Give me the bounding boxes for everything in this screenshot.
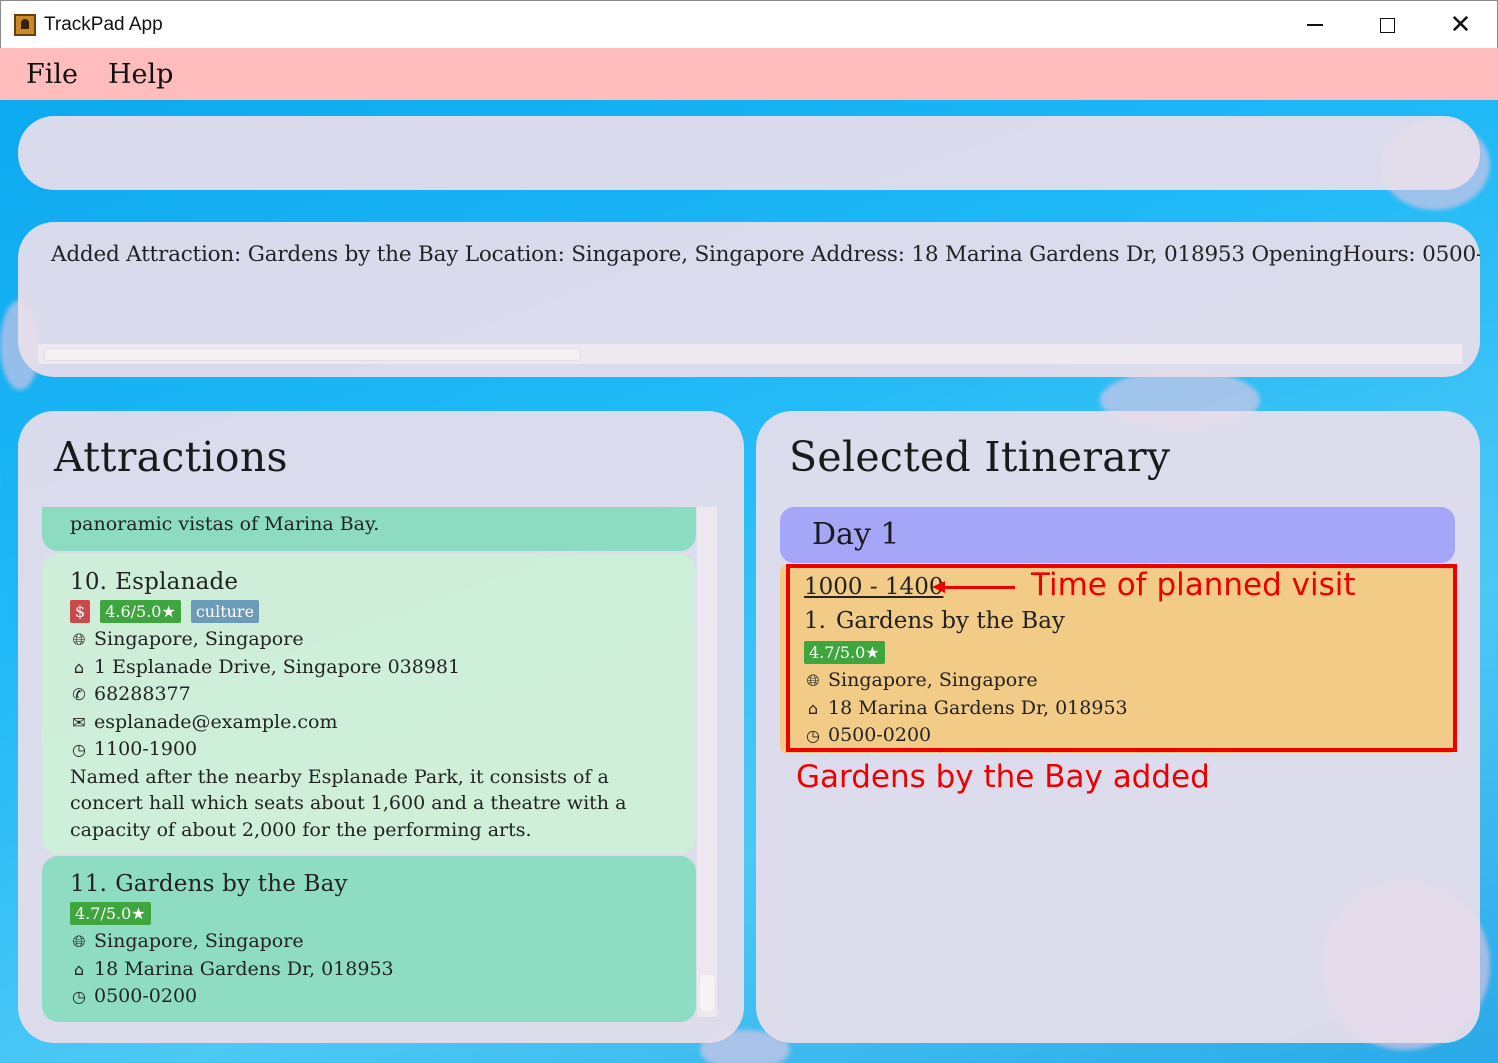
address-text: 1 Esplanade Drive, Singapore 038981 <box>94 655 461 678</box>
minimize-button[interactable] <box>1278 1 1351 49</box>
close-button[interactable]: ✕ <box>1424 1 1497 49</box>
attraction-description: panoramic vistas of Marina Bay. <box>70 513 380 535</box>
maximize-icon <box>1380 17 1395 33</box>
attraction-description: Named after the nearby Esplanade Park, i… <box>70 765 627 841</box>
attraction-name-text: Esplanade <box>115 569 239 595</box>
maximize-button[interactable] <box>1351 1 1424 49</box>
minimize-icon <box>1306 24 1323 26</box>
attraction-index: 10. <box>70 569 108 595</box>
menu-bar: File Help <box>0 48 1498 100</box>
globe-icon: 🌐︎ <box>72 630 86 649</box>
attraction-tags: 4.7/5.0★ <box>70 900 668 926</box>
attraction-address: ⌂ 1 Esplanade Drive, Singapore 038981 <box>70 654 668 682</box>
email-text: esplanade@example.com <box>94 710 338 733</box>
app-icon <box>14 13 36 36</box>
attraction-email: ✉ esplanade@example.com <box>70 709 668 737</box>
attraction-location: 🌐︎ Singapore, Singapore <box>70 928 668 956</box>
phone-text: 68288377 <box>94 683 191 705</box>
attractions-scrollbar-thumb[interactable] <box>700 975 714 1011</box>
attractions-panel: Attractions panoramic vistas of Marina B… <box>18 411 744 1043</box>
category-tag: culture <box>190 599 260 623</box>
phone-icon: ✆ <box>72 685 86 704</box>
itinerary-panel: Selected Itinerary Day 1 1000 - 1400 1. G… <box>756 411 1480 1043</box>
annotation-arrow-line <box>943 586 1015 589</box>
hours-text: 1100-1900 <box>94 738 198 760</box>
price-badge: $ <box>70 599 91 623</box>
home-icon: ⌂ <box>73 959 85 979</box>
itinerary-title: Selected Itinerary <box>789 433 1171 481</box>
rating-badge: 4.7/5.0★ <box>70 901 151 925</box>
menu-file[interactable]: File <box>26 59 78 90</box>
annotation-added-label: Gardens by the Bay added <box>796 759 1210 795</box>
rating-badge: 4.6/5.0★ <box>100 599 181 623</box>
attractions-title: Attractions <box>54 433 288 481</box>
close-icon: ✕ <box>1449 10 1472 40</box>
attraction-name: 10. Esplanade <box>70 566 668 598</box>
attractions-list[interactable]: panoramic vistas of Marina Bay. 10. Espla… <box>42 507 696 1027</box>
attraction-card[interactable]: 10. Esplanade $ 4.6/5.0★ culture 🌐︎ Singap… <box>42 554 696 854</box>
home-icon: ⌂ <box>73 657 85 677</box>
attraction-name-text: Gardens by the Bay <box>115 871 348 897</box>
command-input[interactable] <box>18 116 1480 190</box>
attraction-tags: $ 4.6/5.0★ culture <box>70 598 668 624</box>
day-header[interactable]: Day 1 <box>780 507 1455 563</box>
clock-icon: ◷ <box>72 740 86 759</box>
menu-help[interactable]: Help <box>108 59 173 90</box>
address-text: 18 Marina Gardens Dr, 018953 <box>94 957 394 980</box>
location-text: Singapore, Singapore <box>94 930 304 952</box>
annotation-time-label: Time of planned visit <box>1031 567 1356 603</box>
attraction-phone: ✆ 68288377 <box>70 681 668 709</box>
email-icon: ✉ <box>72 712 86 732</box>
attractions-scrollbar[interactable] <box>697 507 717 1017</box>
location-text: Singapore, Singapore <box>94 628 304 650</box>
attraction-address: ⌂ 18 Marina Gardens Dr, 018953 <box>70 956 668 984</box>
globe-icon: 🌐︎ <box>72 932 86 951</box>
attraction-card[interactable]: 11. Gardens by the Bay 4.7/5.0★ 🌐︎ Singapo… <box>42 856 696 1022</box>
attraction-index: 11. <box>70 871 108 897</box>
result-horizontal-scrollbar[interactable] <box>38 344 1462 364</box>
attraction-hours: ◷ 0500-0200 <box>70 983 668 1011</box>
clock-icon: ◷ <box>72 987 86 1006</box>
window-controls: ✕ <box>1278 1 1497 49</box>
hours-text: 0500-0200 <box>94 985 198 1007</box>
result-scrollbar-thumb[interactable] <box>44 348 581 361</box>
result-display: Added Attraction: Gardens by the Bay Loc… <box>18 222 1480 377</box>
window-title: TrackPad App <box>44 13 163 35</box>
attraction-hours: ◷ 1100-1900 <box>70 736 668 764</box>
attraction-name: 11. Gardens by the Bay <box>70 868 668 900</box>
window-titlebar[interactable]: TrackPad App ✕ <box>0 0 1498 48</box>
attraction-card[interactable]: panoramic vistas of Marina Bay. <box>42 507 696 551</box>
result-message: Added Attraction: Gardens by the Bay Loc… <box>51 242 1480 267</box>
attraction-location: 🌐︎ Singapore, Singapore <box>70 626 668 654</box>
